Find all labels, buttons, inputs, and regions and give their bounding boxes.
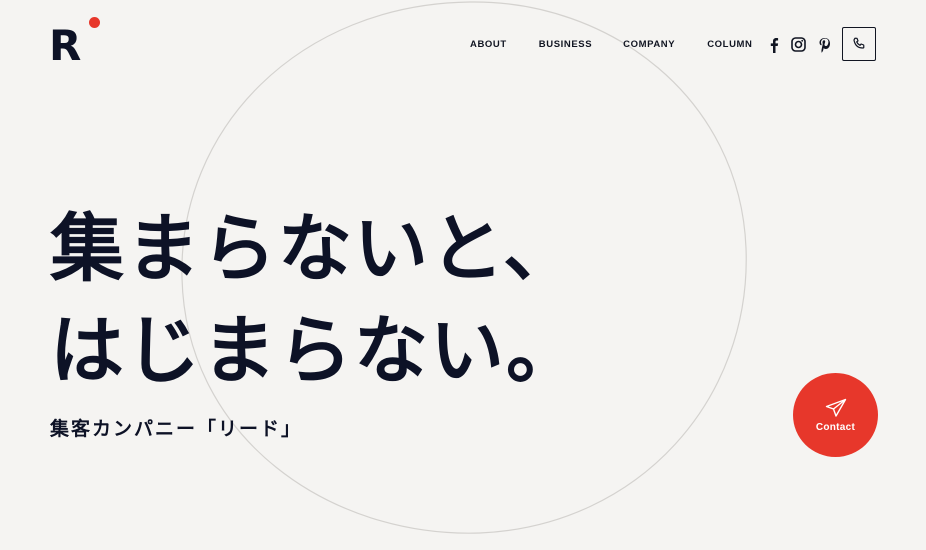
hero-headline-line1: 集まらないと、 (50, 206, 580, 292)
paper-plane-icon (825, 398, 846, 417)
logo-letter: R (49, 21, 82, 70)
hero-headline: 集まらないと、 はじまらない。 (50, 198, 582, 402)
pinterest-icon[interactable] (816, 36, 832, 53)
hero-headline-line2: はじまらない。 (50, 308, 582, 394)
logo[interactable]: R (49, 17, 105, 70)
main-nav: ABOUT BUSINESS COMPANY COLUMN (470, 38, 753, 52)
logo-dot (89, 17, 100, 28)
contact-label: Contact (815, 421, 856, 433)
nav-business[interactable]: BUSINESS (539, 38, 592, 52)
phone-button[interactable] (842, 27, 876, 61)
nav-column[interactable]: COLUMN (707, 38, 752, 52)
facebook-icon[interactable] (766, 36, 782, 53)
page: R ABOUT BUSINESS COMPANY COLUMN 集まらないと、 … (0, 0, 926, 550)
instagram-icon[interactable] (790, 36, 806, 53)
phone-icon (853, 37, 865, 49)
nav-company[interactable]: COMPANY (623, 38, 675, 52)
contact-button[interactable]: Contact (793, 373, 878, 457)
nav-about[interactable]: ABOUT (470, 38, 507, 52)
hero-subtitle: 集客カンパニー「リード」 (50, 418, 303, 440)
social-links (766, 36, 832, 53)
